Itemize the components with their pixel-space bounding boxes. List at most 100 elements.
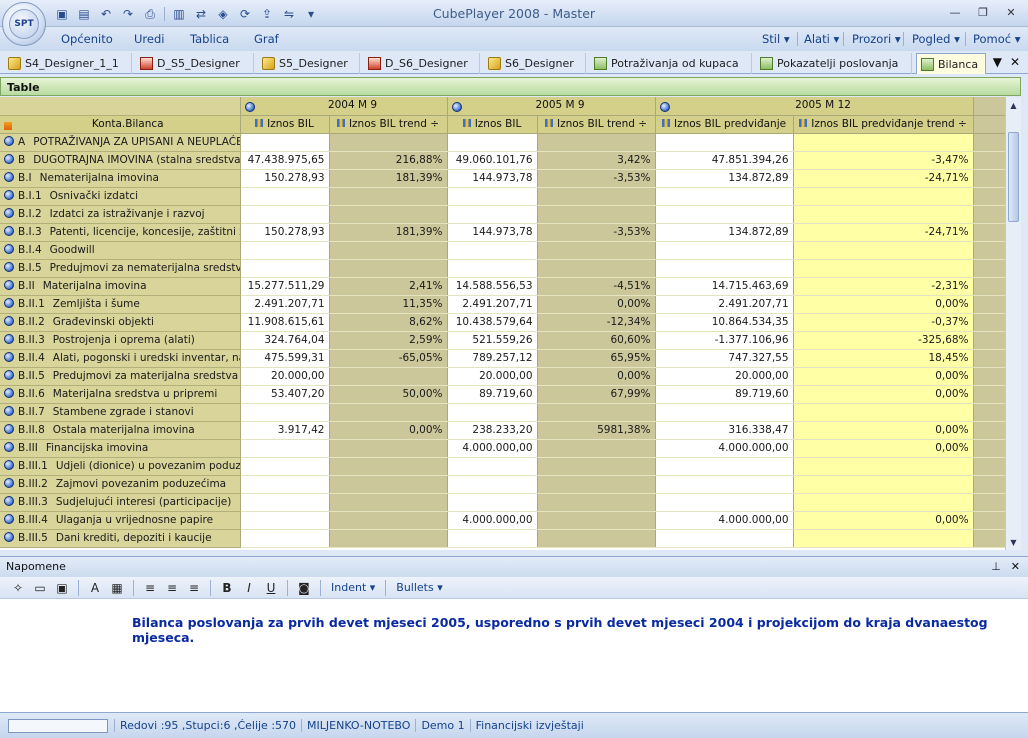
table-cell[interactable] bbox=[793, 241, 974, 260]
table-cell[interactable]: 4.000.000,00 bbox=[447, 439, 538, 458]
table-cell[interactable]: 49.060.101,76 bbox=[447, 151, 538, 170]
tab-d-s6-designer[interactable]: D_S6_Designer bbox=[364, 53, 480, 74]
italic-icon[interactable]: I bbox=[239, 579, 259, 597]
font-icon[interactable]: A bbox=[85, 579, 105, 597]
table-cell[interactable]: 89.719,60 bbox=[655, 385, 794, 404]
table-cell[interactable] bbox=[655, 187, 794, 206]
expand-icon[interactable] bbox=[4, 532, 14, 542]
table-cell[interactable] bbox=[447, 529, 538, 548]
expand-icon[interactable] bbox=[244, 102, 255, 113]
row-header[interactable]: B DUGOTRAJNA IMOVINA (stalna sredstva) bbox=[0, 151, 241, 170]
measure-header[interactable]: Iznos BIL trend ÷ bbox=[537, 115, 656, 134]
row-header[interactable]: B.I.5 Predujmovi za nematerijalna sredstv… bbox=[0, 259, 241, 278]
minimize-icon[interactable]: — bbox=[942, 3, 968, 21]
row-header[interactable]: B.II.4 Alati, pogonski i uredski inventar… bbox=[0, 349, 241, 368]
expand-icon[interactable] bbox=[4, 460, 14, 470]
table-cell[interactable]: 4.000.000,00 bbox=[655, 511, 794, 530]
row-header[interactable]: B.III.3 Sudjelujući interesi (participaci… bbox=[0, 493, 241, 512]
table-cell[interactable] bbox=[240, 205, 330, 224]
table-cell[interactable]: 134.872,89 bbox=[655, 169, 794, 188]
table-cell[interactable] bbox=[240, 259, 330, 278]
table-cell[interactable]: 0,00% bbox=[793, 439, 974, 458]
row-header[interactable]: B.II.8 Ostala materijalna imovina bbox=[0, 421, 241, 440]
table-cell[interactable] bbox=[793, 187, 974, 206]
table-cell[interactable] bbox=[329, 241, 448, 260]
table-cell[interactable] bbox=[447, 241, 538, 260]
notes-text[interactable]: Bilanca poslovanja za prvih devet mjesec… bbox=[132, 615, 1028, 645]
table-cell[interactable]: 521.559,26 bbox=[447, 331, 538, 350]
table-cell[interactable] bbox=[329, 511, 448, 530]
table-cell[interactable]: 0,00% bbox=[537, 367, 656, 386]
table-cell[interactable] bbox=[537, 529, 656, 548]
table-cell[interactable]: 65,95% bbox=[537, 349, 656, 368]
measure-header[interactable]: Iznos BIL bbox=[240, 115, 330, 134]
row-header[interactable]: B.III.5 Dani krediti, depoziti i kaucije bbox=[0, 529, 241, 548]
table-cell[interactable] bbox=[447, 133, 538, 152]
table-cell[interactable]: 11.908.615,61 bbox=[240, 313, 330, 332]
table-cell[interactable]: 10.438.579,64 bbox=[447, 313, 538, 332]
tab-pokazatelji[interactable]: Pokazatelji poslovanja bbox=[756, 53, 912, 74]
tab-s6-designer[interactable]: S6_Designer bbox=[484, 53, 586, 74]
expand-icon[interactable] bbox=[4, 514, 14, 524]
table-cell[interactable]: 47.851.394,26 bbox=[655, 151, 794, 170]
table-cell[interactable]: 2.491.207,71 bbox=[655, 295, 794, 314]
table-cell[interactable] bbox=[793, 475, 974, 494]
table-cell[interactable]: 2.491.207,71 bbox=[240, 295, 330, 314]
table-cell[interactable] bbox=[447, 493, 538, 512]
expand-icon[interactable] bbox=[4, 208, 14, 218]
table-cell[interactable]: 747.327,55 bbox=[655, 349, 794, 368]
tab-list-dropdown-icon[interactable]: ▼ bbox=[993, 55, 1002, 69]
insert-image-icon[interactable]: ◙ bbox=[294, 579, 314, 597]
table-cell[interactable] bbox=[329, 457, 448, 476]
close-icon[interactable]: ✕ bbox=[998, 3, 1024, 21]
table-cell[interactable] bbox=[329, 475, 448, 494]
table-cell[interactable] bbox=[447, 187, 538, 206]
scroll-down-icon[interactable]: ▼ bbox=[1006, 534, 1021, 550]
table-cell[interactable] bbox=[655, 259, 794, 278]
table-cell[interactable]: 0,00% bbox=[793, 511, 974, 530]
table-cell[interactable]: 150.278,93 bbox=[240, 223, 330, 242]
table-cell[interactable]: 89.719,60 bbox=[447, 385, 538, 404]
table-cell[interactable] bbox=[793, 403, 974, 422]
table-cell[interactable] bbox=[329, 205, 448, 224]
table-cell[interactable] bbox=[655, 205, 794, 224]
menu-help[interactable]: Pomoć ▾ bbox=[973, 32, 1021, 46]
table-cell[interactable]: 10.864.534,35 bbox=[655, 313, 794, 332]
table-cell[interactable]: -65,05% bbox=[329, 349, 448, 368]
bold-icon[interactable]: B bbox=[217, 579, 237, 597]
align-center-icon[interactable]: ≡ bbox=[162, 579, 182, 597]
table-cell[interactable] bbox=[655, 403, 794, 422]
measure-header[interactable]: Iznos BIL predviđanje bbox=[655, 115, 794, 134]
expand-icon[interactable] bbox=[659, 102, 670, 113]
row-header[interactable]: B.I.2 Izdatci za istraživanje i razvoj bbox=[0, 205, 241, 224]
expand-icon[interactable] bbox=[4, 334, 14, 344]
table-cell[interactable]: -12,34% bbox=[537, 313, 656, 332]
table-cell[interactable] bbox=[537, 259, 656, 278]
period-header[interactable]: 2004 M 9 bbox=[240, 97, 448, 116]
table-cell[interactable]: 789.257,12 bbox=[447, 349, 538, 368]
open-icon[interactable]: ▭ bbox=[30, 579, 50, 597]
table-cell[interactable] bbox=[537, 403, 656, 422]
measure-header[interactable]: Iznos BIL bbox=[447, 115, 538, 134]
scroll-thumb[interactable] bbox=[1008, 132, 1019, 222]
table-cell[interactable] bbox=[793, 259, 974, 278]
table-cell[interactable] bbox=[240, 493, 330, 512]
table-cell[interactable]: 15.277.511,29 bbox=[240, 277, 330, 296]
table-cell[interactable]: 150.278,93 bbox=[240, 169, 330, 188]
tab-bilanca[interactable]: Bilanca bbox=[916, 53, 986, 74]
table-cell[interactable]: -325,68% bbox=[793, 331, 974, 350]
table-cell[interactable]: 20.000,00 bbox=[240, 367, 330, 386]
table-cell[interactable]: 0,00% bbox=[793, 385, 974, 404]
row-header[interactable]: B.I.1 Osnivački izdatci bbox=[0, 187, 241, 206]
table-cell[interactable]: 11,35% bbox=[329, 295, 448, 314]
table-cell[interactable]: 144.973,78 bbox=[447, 169, 538, 188]
menu-table[interactable]: Tablica bbox=[190, 32, 229, 46]
table-cell[interactable]: 134.872,89 bbox=[655, 223, 794, 242]
table-cell[interactable] bbox=[537, 493, 656, 512]
save-icon[interactable]: ▣ bbox=[52, 579, 72, 597]
expand-icon[interactable] bbox=[4, 352, 14, 362]
table-cell[interactable] bbox=[793, 493, 974, 512]
table-cell[interactable] bbox=[793, 457, 974, 476]
table-cell[interactable] bbox=[537, 187, 656, 206]
menu-windows[interactable]: Prozori ▾ bbox=[852, 32, 901, 46]
